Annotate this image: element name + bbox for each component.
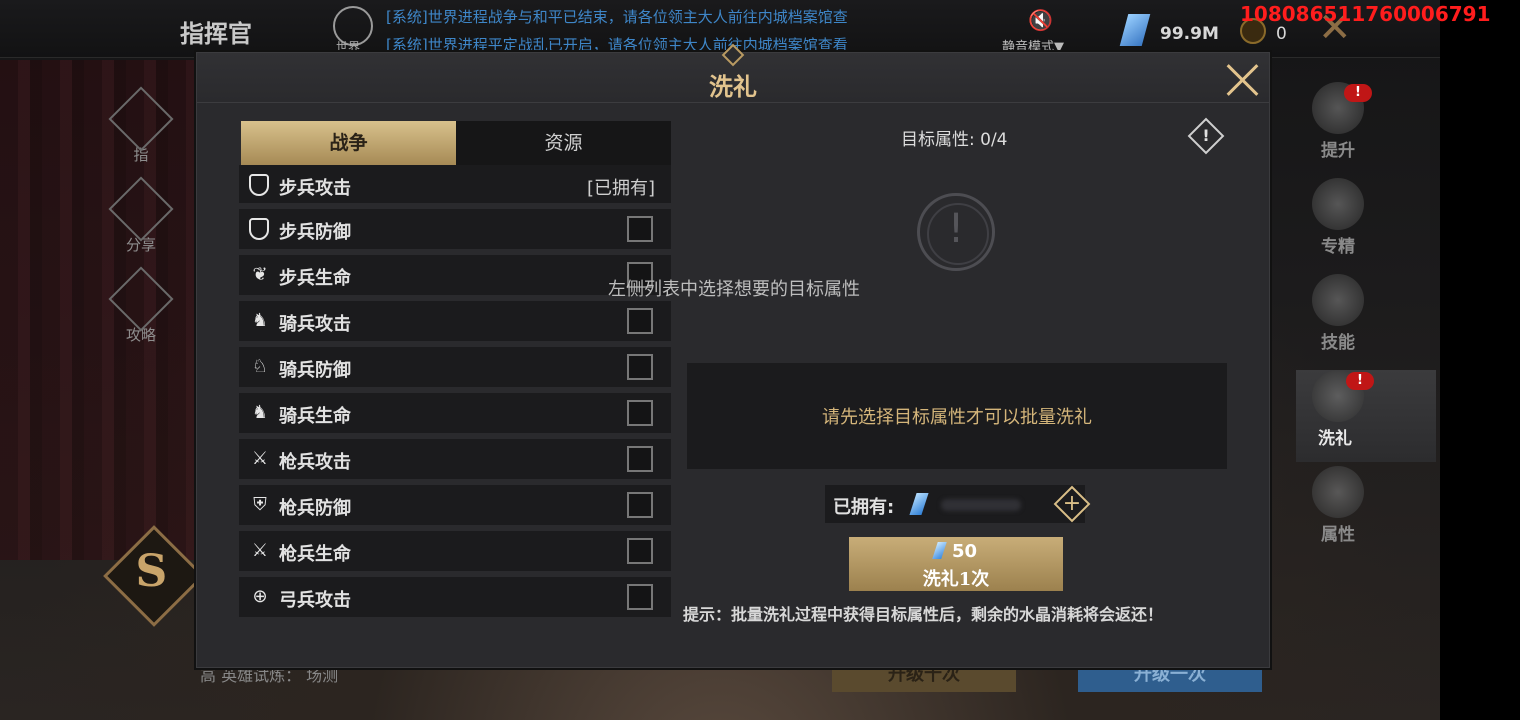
baptize-once-button[interactable]: 50 洗礼1次 [849,537,1063,591]
attribute-row[interactable]: ⊕ 弓兵攻击 [239,577,671,617]
attribute-checkbox[interactable] [627,308,653,334]
helmet-icon [108,86,174,152]
spear-shield-icon: ⛨ [253,494,267,515]
attribute-label: 步兵攻击 [279,178,351,199]
crystal-icon [932,542,947,559]
side-menu-skills[interactable]: 技能 [1296,274,1380,366]
owned-label: 已拥有: [833,497,895,518]
cost-value: 50 [951,541,978,562]
left-menu-guide[interactable]: 攻略 [108,266,174,345]
attribute-label: 步兵防御 [279,222,351,243]
refund-tip: 提示：批量洗礼过程中获得目标属性后，剩余的水晶消耗将会返还！ [683,605,1164,624]
attribute-label: 骑兵攻击 [279,314,351,335]
left-menu-commander[interactable]: 指 [108,86,174,165]
baptism-dialog: 洗礼 战争 资源 步兵攻击 [已拥有] 步兵防御 ❦ 步兵生命 ♞ 骑兵攻击 ♘ [196,43,1270,668]
skill-star-icon [1312,274,1364,326]
screen-edge [1440,0,1520,720]
spear-heart-icon: ⚔ [251,540,269,561]
baptize-label: 洗礼1次 [922,569,990,590]
mute-icon[interactable]: 🔇 [1028,8,1053,32]
alert-badge: ! [1344,84,1372,102]
right-side-menu: 提升 ! 专精 技能 洗礼 ! 属性 [1296,78,1436,558]
owned-amount-redacted [941,499,1021,511]
batch-hint: 请先选择目标属性才可以批量洗礼 [822,407,1092,428]
dialog-header: 洗礼 [197,43,1269,103]
side-menu-label: 技能 [1321,333,1355,353]
attribute-checkbox[interactable] [627,492,653,518]
info-icon[interactable]: ! [1187,117,1225,155]
attribute-checkbox[interactable] [627,584,653,610]
baptize-cost: 50 [849,541,1063,562]
attribute-checkbox[interactable] [627,446,653,472]
attribute-row[interactable]: ♞ 骑兵攻击 [239,301,671,341]
side-menu-label: 洗礼 [1318,429,1352,449]
attribute-list[interactable]: 步兵攻击 [已拥有] 步兵防御 ❦ 步兵生命 ♞ 骑兵攻击 ♘ 骑兵防御 ♞ 骑… [239,165,671,621]
horse-heart-icon: ♞ [251,402,269,423]
attribute-row[interactable]: 步兵防御 [239,209,671,249]
dialog-title: 洗礼 [709,72,757,101]
attribute-label: 枪兵攻击 [279,452,351,473]
attribute-checkbox[interactable] [627,400,653,426]
attribute-label: 枪兵生命 [279,544,351,565]
info-glyph: ! [1202,126,1210,145]
book-icon [1312,178,1364,230]
attribute-row[interactable]: ⚔ 枪兵生命 [239,531,671,571]
share-icon [108,176,174,242]
rank-letter: S [135,545,168,597]
attribute-row: 步兵攻击 [已拥有] [239,165,671,203]
left-menu-share[interactable]: 分享 [108,176,174,255]
side-menu-attributes[interactable]: 属性 [1296,466,1380,558]
attribute-checkbox[interactable] [627,216,653,242]
attribute-label: 弓兵攻击 [279,590,351,611]
crossed-spears-icon: ⚔ [251,448,269,469]
attribute-label: 骑兵防御 [279,360,351,381]
side-menu-label: 专精 [1321,237,1355,257]
alert-badge: ! [1346,372,1374,390]
attribute-row[interactable]: ⛨ 枪兵防御 [239,485,671,525]
tab-resource[interactable]: 资源 [456,121,671,165]
empty-state-alert-icon: ! [917,193,995,271]
side-menu-label: 属性 [1321,525,1355,545]
shield-icon [249,218,269,240]
batch-baptism-panel: 请先选择目标属性才可以批量洗礼 [687,363,1227,469]
horse-icon: ♞ [251,310,269,331]
crystal-icon [1119,14,1151,46]
plus-icon: + [1062,491,1082,516]
attribute-label: 枪兵防御 [279,498,351,519]
horse-shield-icon: ♘ [251,356,269,377]
book-icon [108,266,174,332]
coin-amount: 0 [1276,24,1287,44]
bow-icon: ⊕ [252,586,268,607]
attribute-label: 骑兵生命 [279,406,351,427]
attribute-checkbox[interactable] [627,538,653,564]
target-attribute-count: 目标属性: 0/4 [901,130,1008,150]
attribute-row[interactable]: ⚔ 枪兵攻击 [239,439,671,479]
category-tabs: 战争 资源 [241,121,671,165]
close-icon[interactable] [1223,59,1263,99]
shield-icon [249,174,269,196]
side-menu-upgrade[interactable]: 提升 ! [1296,82,1380,174]
crystal-amount: 99.9M [1160,24,1219,44]
sword-emblem-icon [1312,466,1364,518]
commander-title: 指挥官 [180,19,252,48]
alert-glyph: ! [947,206,965,252]
user-id-overlay: 108086511760006791 [1240,2,1491,26]
side-menu-label: 提升 [1321,141,1355,161]
attribute-row[interactable]: ♘ 骑兵防御 [239,347,671,387]
side-menu-baptism[interactable]: 洗礼 ! [1296,370,1436,462]
empty-state-hint: 左侧列表中选择想要的目标属性 [608,279,860,300]
top-bar: 指挥官 世界 [系统]世界进程战争与和平已结束，请各位领主大人前往内城档案馆查 … [0,0,1440,58]
owned-tag: [已拥有] [586,178,655,199]
attribute-checkbox[interactable] [627,354,653,380]
side-menu-mastery[interactable]: 专精 [1296,178,1380,270]
system-news-1[interactable]: [系统]世界进程战争与和平已结束，请各位领主大人前往内城档案馆查 [386,6,848,27]
tab-war[interactable]: 战争 [241,121,456,165]
attribute-row[interactable]: ♞ 骑兵生命 [239,393,671,433]
